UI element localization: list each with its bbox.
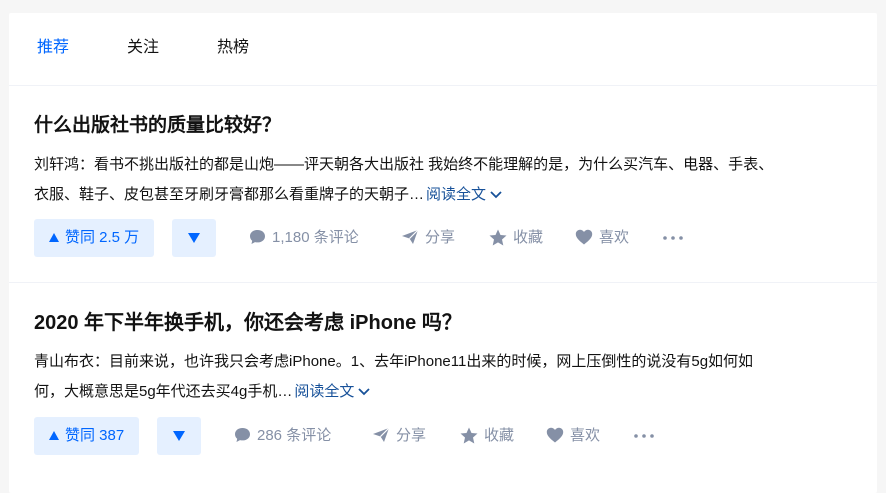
comment-count: 286 条评论	[257, 427, 332, 444]
triangle-up-icon	[49, 219, 59, 257]
read-more-link[interactable]: 阅读全文	[426, 186, 502, 203]
share-icon	[373, 427, 390, 443]
star-icon	[460, 427, 478, 444]
excerpt-text-line1: 目前来说，也许我只会考虑iPhone。1、去年iPhone11出来的时候，网上压…	[109, 353, 754, 370]
downvote-button[interactable]	[172, 219, 216, 257]
read-more-label: 阅读全文	[426, 186, 487, 203]
share-button[interactable]: 分享	[401, 219, 455, 257]
share-icon	[402, 229, 419, 245]
question-title[interactable]: 2020 年下半年换手机，你还会考虑 iPhone 吗？	[34, 310, 462, 336]
like-button[interactable]: 喜欢	[575, 219, 629, 257]
favorite-button[interactable]: 收藏	[460, 417, 514, 455]
upvote-button[interactable]: 赞同 2.5 万	[34, 219, 155, 257]
heart-icon	[546, 427, 564, 443]
comment-button[interactable]: 286 条评论	[234, 417, 331, 455]
triangle-down-icon	[188, 233, 200, 243]
triangle-down-icon	[173, 431, 185, 441]
read-more-label: 阅读全文	[294, 383, 355, 400]
answer-excerpt[interactable]: 青山布衣：目前来说，也许我只会考虑iPhone。1、去年iPhone11出来的时…	[34, 347, 854, 407]
ellipsis-icon	[634, 434, 654, 438]
excerpt-text-line1: 看书不挑出版社的都是山炮——评天朝各大出版社 我始终不能理解的是，为什么买汽车、…	[94, 156, 774, 173]
comment-button[interactable]: 1,180 条评论	[249, 219, 359, 257]
question-title[interactable]: 什么出版社书的质量比较好？	[34, 113, 281, 139]
read-more-link[interactable]: 阅读全文	[294, 383, 371, 400]
like-label: 喜欢	[570, 427, 601, 444]
chevron-down-icon	[358, 377, 371, 407]
upvote-label: 赞同 387	[65, 427, 125, 444]
share-label: 分享	[425, 229, 456, 246]
share-button[interactable]: 分享	[372, 417, 426, 455]
more-options-button[interactable]	[632, 417, 656, 455]
excerpt-text-line2: 衣服、鞋子、皮包甚至牙刷牙膏都那么看重牌子的天朝子…	[34, 186, 425, 203]
share-label: 分享	[396, 427, 427, 444]
answer-excerpt[interactable]: 刘轩鸿：看书不挑出版社的都是山炮——评天朝各大出版社 我始终不能理解的是，为什么…	[34, 150, 854, 210]
excerpt-text-line2: 何，大概意思是5g年代还去买4g手机…	[34, 383, 293, 400]
ellipsis-icon	[663, 236, 683, 240]
feed-tabs: 推荐 关注 热榜	[9, 13, 877, 86]
comment-icon	[250, 230, 265, 245]
feed-card: 推荐 关注 热榜 什么出版社书的质量比较好？ 刘轩鸿：看书不挑出版社的都是山炮—…	[9, 13, 877, 493]
star-icon	[489, 229, 507, 246]
author-name[interactable]: 青山布衣：	[34, 353, 109, 370]
triangle-up-icon	[49, 417, 59, 455]
favorite-label: 收藏	[484, 427, 515, 444]
feed-item: 什么出版社书的质量比较好？ 刘轩鸿：看书不挑出版社的都是山炮——评天朝各大出版社…	[9, 86, 877, 283]
favorite-button[interactable]: 收藏	[489, 219, 543, 257]
more-options-button[interactable]	[661, 219, 685, 257]
tab-follow[interactable]: 关注	[127, 38, 159, 58]
upvote-label: 赞同 2.5 万	[65, 229, 140, 246]
author-name[interactable]: 刘轩鸿：	[34, 156, 94, 173]
tab-recommend[interactable]: 推荐	[37, 38, 69, 58]
heart-icon	[575, 229, 593, 245]
upvote-button[interactable]: 赞同 387	[34, 417, 140, 455]
favorite-label: 收藏	[513, 229, 544, 246]
comment-count: 1,180 条评论	[272, 229, 359, 246]
downvote-button[interactable]	[157, 417, 201, 455]
feed-item: 2020 年下半年换手机，你还会考虑 iPhone 吗？ 青山布衣：目前来说，也…	[9, 283, 877, 493]
tab-hot[interactable]: 热榜	[217, 38, 249, 58]
like-button[interactable]: 喜欢	[546, 417, 600, 455]
like-label: 喜欢	[599, 229, 630, 246]
comment-icon	[235, 428, 250, 443]
chevron-down-icon	[490, 180, 502, 210]
